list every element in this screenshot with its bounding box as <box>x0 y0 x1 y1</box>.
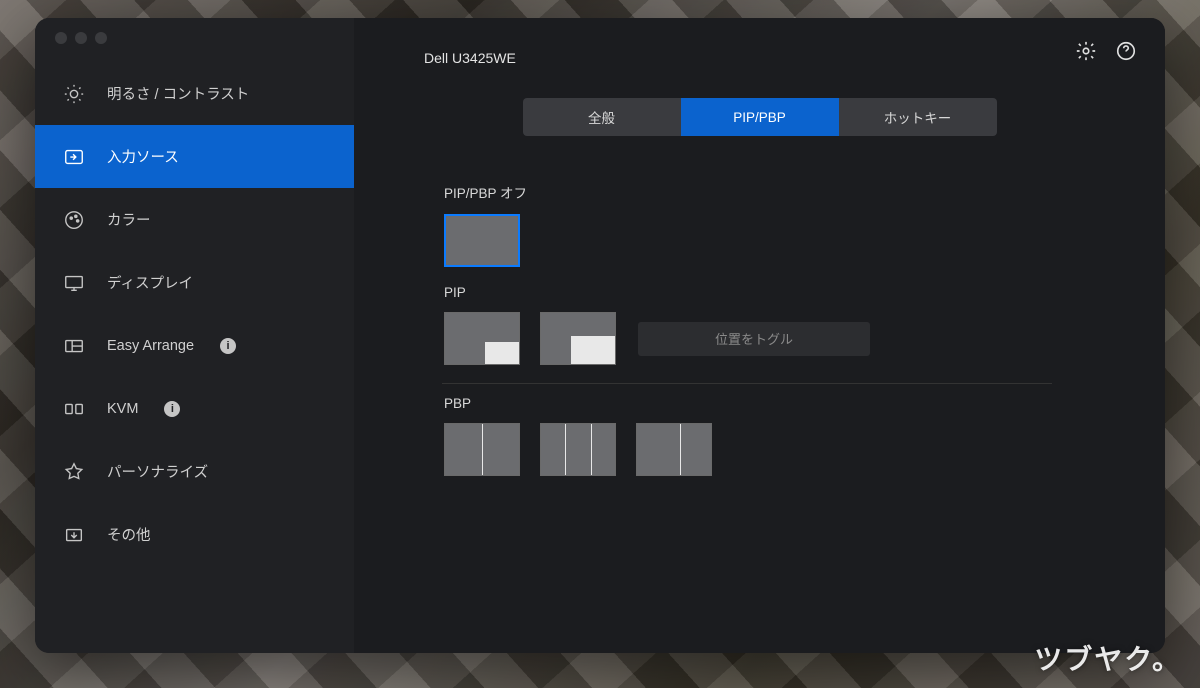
close-dot[interactable] <box>55 32 67 44</box>
kvm-icon <box>61 396 87 422</box>
sidebar-item-label: KVM <box>107 401 138 417</box>
display-icon <box>61 270 87 296</box>
sidebar-item-brightness[interactable]: 明るさ / コントラスト <box>35 62 354 125</box>
gear-icon[interactable] <box>1075 40 1097 62</box>
tab-general[interactable]: 全般 <box>523 98 681 136</box>
brightness-icon <box>61 81 87 107</box>
minimize-dot[interactable] <box>75 32 87 44</box>
grid-icon <box>61 333 87 359</box>
sidebar-item-personalize[interactable]: パーソナライズ <box>35 440 354 503</box>
monitor-title: Dell U3425WE <box>424 50 516 66</box>
pbp-label: PBP <box>444 396 1125 411</box>
sidebar-item-display[interactable]: ディスプレイ <box>35 251 354 314</box>
sidebar-item-label: その他 <box>107 524 151 545</box>
star-icon <box>61 459 87 485</box>
toggle-position-button: 位置をトグル <box>638 322 870 356</box>
sidebar-item-label: パーソナライズ <box>107 461 208 482</box>
zoom-dot[interactable] <box>95 32 107 44</box>
option-pbp-half[interactable] <box>444 423 520 476</box>
sidebar-item-others[interactable]: その他 <box>35 503 354 566</box>
option-pip-small[interactable] <box>444 312 520 365</box>
palette-icon <box>61 207 87 233</box>
sidebar-item-label: Easy Arrange <box>107 338 194 354</box>
section-pbp: PBP <box>444 396 1125 476</box>
option-pbp-thirds[interactable] <box>540 423 616 476</box>
section-off: PIP/PBP オフ <box>444 182 1125 267</box>
option-pbp-left-wide[interactable] <box>636 423 712 476</box>
sidebar-item-label: カラー <box>107 209 151 230</box>
divider <box>442 383 1052 384</box>
off-label: PIP/PBP オフ <box>444 182 1125 202</box>
app-window: 明るさ / コントラスト 入力ソース カラー ディスプレイ Easy Arran… <box>35 18 1165 653</box>
watermark: ツブヤク。 <box>1034 638 1182 678</box>
option-pip-large[interactable] <box>540 312 616 365</box>
others-icon <box>61 522 87 548</box>
info-icon[interactable]: i <box>220 338 236 354</box>
tab-bar: 全般 PIP/PBP ホットキー <box>394 98 1125 136</box>
input-icon <box>61 144 87 170</box>
section-pip: PIP 位置をトグル <box>444 285 1125 384</box>
help-icon[interactable] <box>1115 40 1137 62</box>
sidebar-item-color[interactable]: カラー <box>35 188 354 251</box>
info-icon[interactable]: i <box>164 401 180 417</box>
option-off[interactable] <box>444 214 520 267</box>
window-controls <box>35 32 354 62</box>
sidebar-item-easy-arrange[interactable]: Easy Arrange i <box>35 314 354 377</box>
sidebar: 明るさ / コントラスト 入力ソース カラー ディスプレイ Easy Arran… <box>35 18 354 653</box>
sidebar-item-label: 入力ソース <box>107 146 179 167</box>
sidebar-item-label: ディスプレイ <box>107 272 193 293</box>
sidebar-item-label: 明るさ / コントラスト <box>107 83 249 104</box>
sidebar-item-input-source[interactable]: 入力ソース <box>35 125 354 188</box>
tab-hotkey[interactable]: ホットキー <box>839 98 997 136</box>
sidebar-item-kvm[interactable]: KVM i <box>35 377 354 440</box>
main-panel: Dell U3425WE 全般 PIP/PBP ホットキー PIP/PBP オフ… <box>354 18 1165 653</box>
tab-pippbp[interactable]: PIP/PBP <box>681 98 839 136</box>
pip-label: PIP <box>444 285 1125 300</box>
